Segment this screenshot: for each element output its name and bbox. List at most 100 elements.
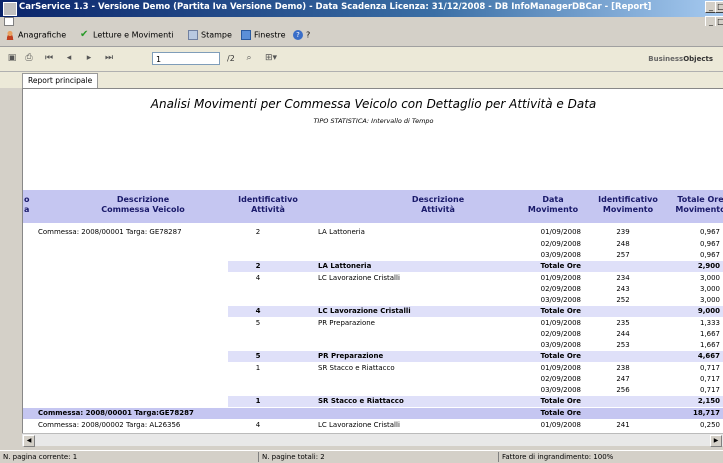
data-movimento-cell: 01/09/2008: [540, 228, 581, 236]
tab-report-principale[interactable]: Report principale: [22, 73, 99, 88]
document-icon: [4, 17, 14, 26]
id-movimento-cell: 243: [616, 285, 630, 293]
data-movimento-cell: 02/09/2008: [540, 240, 581, 248]
ore-cell: 0,967: [699, 228, 720, 236]
totale-ore-label: Totale Ore: [540, 397, 581, 405]
app-icon: [3, 2, 17, 16]
prev-page-icon[interactable]: ◂: [62, 52, 76, 65]
totale-ore-label: Totale Ore: [540, 352, 581, 360]
ore-cell: 0,967: [699, 251, 720, 259]
header-cut-column: oa: [24, 195, 30, 214]
descrizione-attivita-cell: PR Preparazione: [318, 352, 384, 360]
descrizione-attivita-cell: LC Lavorazione Cristalli: [318, 274, 400, 282]
totale-ore-label: Totale Ore: [540, 409, 581, 417]
id-movimento-cell: 235: [616, 319, 630, 327]
id-attivita-cell: 5: [255, 319, 261, 327]
mdi-controls-row: _ □: [0, 16, 723, 28]
report-page: Analisi Movimenti per Commessa Veicolo c…: [22, 88, 723, 435]
data-movimento-cell: 01/09/2008: [540, 274, 581, 282]
subtotal-band: [228, 261, 723, 272]
data-movimento-cell: 02/09/2008: [540, 330, 581, 338]
first-page-icon[interactable]: ⏮: [42, 52, 56, 65]
id-attivita-cell: 4: [255, 274, 261, 282]
descrizione-attivita-cell: LA Lattoneria: [318, 262, 372, 270]
id-movimento-cell: 234: [616, 274, 630, 282]
descrizione-attivita-cell: SR Stacco e Riattacco: [318, 397, 404, 405]
scroll-left-icon[interactable]: ◀: [23, 435, 35, 447]
next-page-icon[interactable]: ▸: [82, 52, 96, 65]
ore-cell: 4,667: [697, 352, 720, 360]
descrizione-attivita-cell: PR Preparazione: [318, 319, 375, 327]
page-number-input[interactable]: 1: [152, 52, 220, 65]
ore-cell: 3,000: [699, 274, 720, 282]
commessa-cell: Commessa: 2008/00002 Targa: AL26356: [38, 421, 181, 429]
totale-ore-label: Totale Ore: [540, 307, 581, 315]
window-title: CarService 1.3 - Versione Demo (Partita …: [19, 2, 652, 12]
menu-finestre[interactable]: Finestre: [241, 30, 286, 42]
totale-ore-label: Totale Ore: [540, 262, 581, 270]
id-movimento-cell: 256: [616, 386, 630, 394]
ore-cell: 9,000: [697, 307, 720, 315]
ore-cell: 0,717: [699, 364, 720, 372]
scroll-right-icon[interactable]: ▶: [710, 435, 722, 447]
last-page-icon[interactable]: ⏭: [102, 52, 116, 65]
id-movimento-cell: 253: [616, 341, 630, 349]
ore-cell: 0,717: [699, 386, 720, 394]
header-descrizione-attivita: Descrizione Attività: [411, 195, 465, 214]
ore-cell: 2,900: [697, 262, 720, 270]
data-movimento-cell: 03/09/2008: [540, 341, 581, 349]
descrizione-attivita-cell: SR Stacco e Riattacco: [318, 364, 395, 372]
help-icon: ?: [293, 30, 303, 40]
search-icon[interactable]: ⌕: [242, 52, 256, 65]
menu-stampe[interactable]: Stampe: [188, 30, 232, 42]
id-movimento-cell: 241: [616, 421, 630, 429]
header-descrizione-commessa: Descrizione Commessa Veicolo: [101, 195, 185, 214]
commessa-cell: Commessa: 2008/00001 Targa: GE78287: [38, 228, 182, 236]
id-movimento-cell: 252: [616, 296, 630, 304]
id-attivita-cell: 1: [255, 364, 261, 372]
person-icon: [5, 30, 15, 40]
data-movimento-cell: 01/09/2008: [540, 421, 581, 429]
report-subtitle: TIPO STATISTICA: Intervallo di Tempo: [313, 117, 434, 125]
export-icon[interactable]: ▣: [5, 52, 19, 65]
checkmark-icon: ✔: [80, 29, 89, 40]
data-movimento-cell: 01/09/2008: [540, 319, 581, 327]
subtotal-band: [228, 306, 723, 317]
menu-letture-movimenti[interactable]: ✔ Letture e Movimenti: [80, 30, 174, 42]
table-header: oa Descrizione Commessa Veicolo Identific…: [23, 190, 723, 223]
data-movimento-cell: 03/09/2008: [540, 251, 581, 259]
id-movimento-cell: 238: [616, 364, 630, 372]
id-movimento-cell: 257: [616, 251, 630, 259]
zoom-icon[interactable]: ⊞▾: [262, 52, 280, 65]
ore-cell: 0,717: [699, 375, 720, 383]
id-movimento-cell: 247: [616, 375, 630, 383]
ore-cell: 1,667: [699, 341, 720, 349]
windows-icon: [241, 30, 251, 40]
data-movimento-cell: 02/09/2008: [540, 285, 581, 293]
header-identificativo-movimento: Identificativo Movimento: [598, 195, 658, 214]
descrizione-attivita-cell: LC Lavorazione Cristalli: [318, 307, 411, 315]
status-zoom: Fattore di ingrandimento: 100%: [498, 452, 613, 462]
ore-cell: 18,717: [692, 409, 720, 417]
ore-cell: 3,000: [699, 285, 720, 293]
businessobjects-logo: BusinessObjects: [648, 55, 713, 63]
print-icon[interactable]: ⎙: [22, 52, 36, 65]
menu-help[interactable]: ??: [293, 30, 310, 42]
restore-button[interactable]: □: [715, 1, 723, 13]
page-total-label: /2: [227, 54, 235, 63]
descrizione-attivita-cell: LA Lattoneria: [318, 228, 365, 236]
ore-cell: 0,967: [699, 240, 720, 248]
data-movimento-cell: 02/09/2008: [540, 375, 581, 383]
report-title: Analisi Movimenti per Commessa Veicolo c…: [150, 97, 597, 111]
header-totale-ore: Totale Ore Movimento: [675, 195, 723, 214]
window-titlebar: CarService 1.3 - Versione Demo (Partita …: [0, 0, 723, 17]
status-current-page: N. pagina corrente: 1: [3, 453, 78, 461]
data-movimento-cell: 03/09/2008: [540, 386, 581, 394]
menu-anagrafiche[interactable]: Anagrafiche: [5, 30, 66, 42]
id-attivita-cell: 5: [255, 352, 261, 360]
horizontal-scrollbar[interactable]: ◀ ▶: [22, 433, 723, 447]
ore-cell: 0,250: [699, 421, 720, 429]
header-identificativo-attivita: Identificativo Attività: [238, 195, 298, 214]
id-movimento-cell: 248: [616, 240, 630, 248]
ore-cell: 2,150: [697, 397, 720, 405]
